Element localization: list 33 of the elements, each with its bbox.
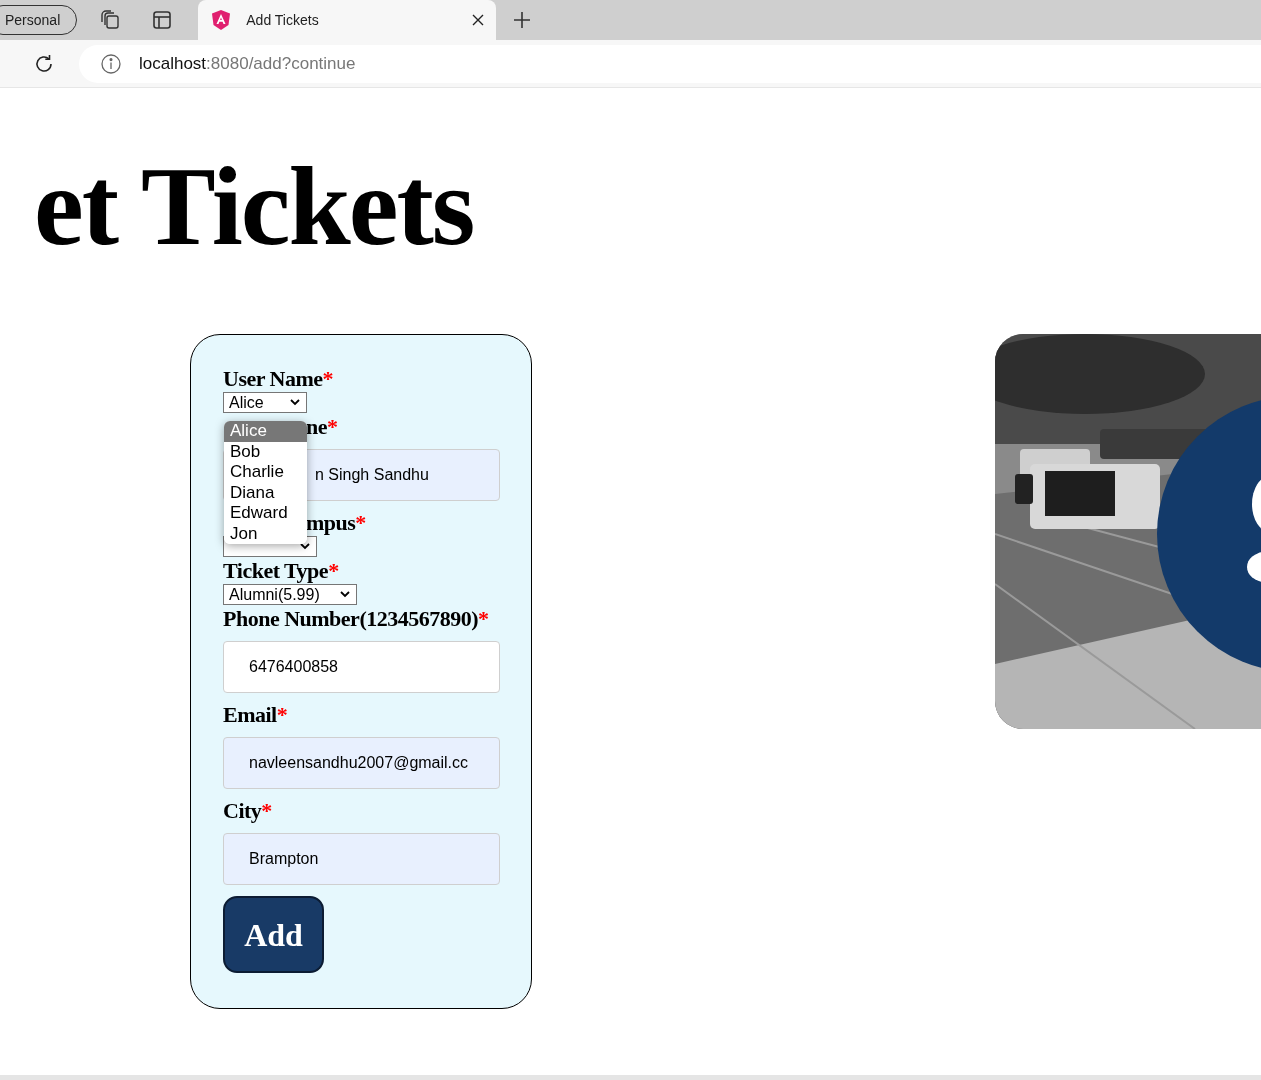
field-label: Phone Number(1234567890)*	[223, 607, 489, 631]
tab-title: Add Tickets	[246, 10, 320, 30]
field-label: User Name*	[223, 367, 334, 391]
text-input[interactable]: Brampton	[223, 833, 500, 885]
address-bar[interactable]: localhost:8080/add?continue	[79, 44, 1261, 83]
dropdown-option[interactable]: Diana	[224, 482, 307, 503]
field-label: Ticket Type*	[223, 559, 339, 583]
text-input[interactable]: 6476400858	[223, 641, 500, 693]
close-icon[interactable]	[472, 14, 485, 26]
field-label: ne*	[306, 415, 338, 439]
shield-logo-icon	[210, 9, 233, 31]
dropdown-option[interactable]: Charlie	[224, 462, 307, 483]
dropdown-option[interactable]: Bob	[224, 441, 307, 462]
dropdown-option[interactable]: Edward	[224, 503, 307, 524]
info-icon[interactable]	[101, 53, 121, 74]
page-heading: et Tickets	[34, 150, 474, 262]
collections-icon[interactable]	[99, 9, 122, 31]
browser-tab[interactable]: Add Tickets	[198, 0, 497, 40]
new-tab-icon[interactable]	[513, 11, 532, 29]
select-dropdown[interactable]: Alumni(5.99)	[223, 584, 357, 605]
chevron-down-icon	[340, 591, 350, 598]
field-label: Email*	[223, 703, 288, 727]
field-label: mpus*	[306, 511, 366, 535]
select-dropdown[interactable]: Alice	[223, 392, 307, 413]
field-label: City*	[223, 799, 272, 823]
add-button[interactable]: Add	[223, 896, 324, 973]
chevron-down-icon	[290, 399, 300, 406]
url-text: localhost:8080/add?continue	[139, 52, 356, 75]
reload-icon[interactable]	[33, 52, 55, 75]
chevron-down-icon	[300, 543, 310, 550]
sidebar-icon[interactable]	[152, 10, 173, 30]
text-input[interactable]: navleensandhu2007@gmail.cc	[223, 737, 500, 789]
dropdown-option[interactable]: Alice	[224, 421, 307, 442]
